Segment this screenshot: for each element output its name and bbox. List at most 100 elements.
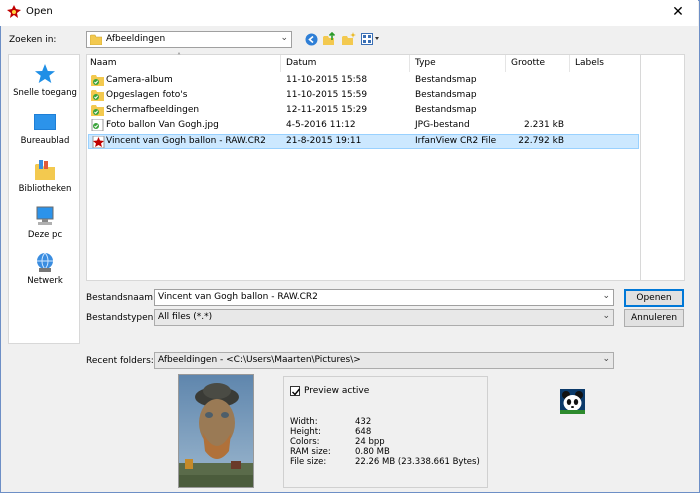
info-value: 432 <box>355 417 372 427</box>
chevron-down-icon: ⌄ <box>602 311 610 321</box>
file-size: 2.231 kB <box>523 120 564 130</box>
file-row[interactable]: Opgeslagen foto's 11-10-2015 15:59 Besta… <box>88 88 639 103</box>
file-row-selected[interactable]: Vincent van Gogh ballon - RAW.CR2 21-8-2… <box>88 134 639 149</box>
sidebar-item-this-pc[interactable]: Deze pc <box>9 205 81 240</box>
van-gogh-balloon-preview <box>179 375 253 487</box>
column-header-date[interactable]: Datum <box>286 58 316 68</box>
file-list-edge <box>641 54 685 281</box>
info-key: Height: <box>290 427 321 437</box>
filetype-select[interactable]: All files (*.*) ⌄ <box>154 309 614 326</box>
window-title: Open <box>26 6 53 17</box>
info-value: 22.26 MB (23.338.661 Bytes) <box>355 457 480 467</box>
file-name: Camera-album <box>106 75 173 85</box>
folder-icon <box>91 75 104 86</box>
up-folder-icon[interactable] <box>323 32 337 46</box>
folder-icon <box>90 34 102 45</box>
sort-arrow-icon: ˄ <box>177 52 181 61</box>
sidebar-item-label: Bibliotheken <box>18 184 72 194</box>
recent-folders-value: Afbeeldingen - <C:\Users\Maarten\Picture… <box>158 355 361 365</box>
filename-input[interactable]: Vincent van Gogh ballon - RAW.CR2 ⌄ <box>154 289 614 306</box>
file-type: Bestandsmap <box>415 105 477 115</box>
title-bar: Open ✕ <box>0 0 698 26</box>
file-type: Bestandsmap <box>415 75 477 85</box>
info-value: 24 bpp <box>355 437 385 447</box>
file-name: Foto ballon Van Gogh.jpg <box>106 120 219 130</box>
sidebar-item-network[interactable]: Netwerk <box>9 251 81 286</box>
preview-active-checkbox[interactable] <box>290 386 301 396</box>
chevron-down-icon: ⌄ <box>602 354 610 364</box>
file-row[interactable]: Foto ballon Van Gogh.jpg 4-5-2016 11:12 … <box>88 118 639 133</box>
view-menu-icon[interactable] <box>361 33 381 45</box>
preview-image <box>178 374 254 488</box>
preview-info-panel: Preview active Width: 432 Height: 648 Co… <box>283 376 488 488</box>
column-header-size[interactable]: Grootte <box>511 58 545 68</box>
sidebar-item-label: Netwerk <box>27 276 63 286</box>
file-date: 4-5-2016 11:12 <box>286 120 356 130</box>
places-sidebar: Snelle toegang Bureaublad Bibliotheken D… <box>8 54 80 344</box>
file-date: 21-8-2015 19:11 <box>286 136 362 146</box>
file-name: Opgeslagen foto's <box>106 90 188 100</box>
image-file-icon <box>91 119 104 131</box>
column-divider[interactable] <box>569 55 570 72</box>
file-type: IrfanView CR2 File <box>415 136 497 146</box>
info-key: Colors: <box>290 437 320 447</box>
file-list: ˄ Naam Datum Type Grootte Labels Camera-… <box>86 52 641 281</box>
star-icon <box>35 64 55 83</box>
column-divider[interactable] <box>409 55 410 72</box>
filename-label: Bestandsnaam: <box>86 293 157 303</box>
sidebar-item-libraries[interactable]: Bibliotheken <box>9 159 81 194</box>
chevron-down-icon: ⌄ <box>280 33 288 43</box>
column-header-labels[interactable]: Labels <box>575 58 604 68</box>
look-in-value: Afbeeldingen <box>106 34 166 44</box>
file-row[interactable]: Schermafbeeldingen 12-11-2015 15:29 Best… <box>88 103 639 118</box>
look-in-combo[interactable]: Afbeeldingen ⌄ <box>86 31 292 48</box>
info-key: Width: <box>290 417 318 427</box>
file-type: JPG-bestand <box>415 120 470 130</box>
column-header-name[interactable]: Naam <box>90 58 117 68</box>
info-value: 648 <box>355 427 372 437</box>
back-icon[interactable] <box>305 33 318 46</box>
folder-icon <box>91 90 104 101</box>
column-divider[interactable] <box>505 55 506 72</box>
file-size: 22.792 kB <box>518 136 564 146</box>
close-button[interactable]: ✕ <box>664 2 692 22</box>
desktop-icon <box>34 114 56 130</box>
irfanview-file-icon <box>92 136 105 148</box>
file-date: 12-11-2015 15:29 <box>286 105 368 115</box>
info-key: File size: <box>290 457 327 467</box>
column-header-row: ˄ Naam Datum Type Grootte Labels <box>87 52 640 72</box>
column-header-type[interactable]: Type <box>415 58 436 68</box>
open-button[interactable]: Openen <box>624 289 684 307</box>
sidebar-item-label: Deze pc <box>27 230 63 240</box>
filename-value: Vincent van Gogh ballon - RAW.CR2 <box>158 292 318 302</box>
computer-icon <box>36 206 54 225</box>
sidebar-item-quick-access[interactable]: Snelle toegang <box>9 63 81 98</box>
file-date: 11-10-2015 15:58 <box>286 75 368 85</box>
file-date: 11-10-2015 15:59 <box>286 90 368 100</box>
irfanview-logo-icon <box>7 5 21 18</box>
new-folder-icon[interactable] <box>342 32 356 46</box>
file-name: Vincent van Gogh ballon - RAW.CR2 <box>106 136 266 146</box>
folder-icon <box>91 105 104 116</box>
panda-logo-icon <box>560 389 585 414</box>
network-icon <box>37 252 53 272</box>
chevron-down-icon[interactable]: ⌄ <box>602 291 610 301</box>
file-name: Schermafbeeldingen <box>106 105 200 115</box>
info-value: 0.80 MB <box>355 447 390 457</box>
sidebar-item-label: Snelle toegang <box>13 88 77 98</box>
file-row[interactable]: Camera-album 11-10-2015 15:58 Bestandsma… <box>88 73 639 88</box>
sidebar-item-label: Bureaublad <box>20 136 70 146</box>
checkmark-icon <box>292 388 301 396</box>
preview-active-label[interactable]: Preview active <box>304 386 369 396</box>
column-divider[interactable] <box>280 55 281 72</box>
look-in-label: Zoeken in: <box>9 35 57 45</box>
filetype-label: Bestandstypen: <box>86 313 157 323</box>
info-key: RAM size: <box>290 447 331 457</box>
recent-folders-label: Recent folders: <box>86 356 154 366</box>
file-type: Bestandsmap <box>415 90 477 100</box>
cancel-button[interactable]: Annuleren <box>624 309 684 327</box>
filetype-value: All files (*.*) <box>158 312 213 322</box>
recent-folders-select[interactable]: Afbeeldingen - <C:\Users\Maarten\Picture… <box>154 352 614 369</box>
library-icon <box>35 160 55 180</box>
sidebar-item-desktop[interactable]: Bureaublad <box>9 111 81 146</box>
